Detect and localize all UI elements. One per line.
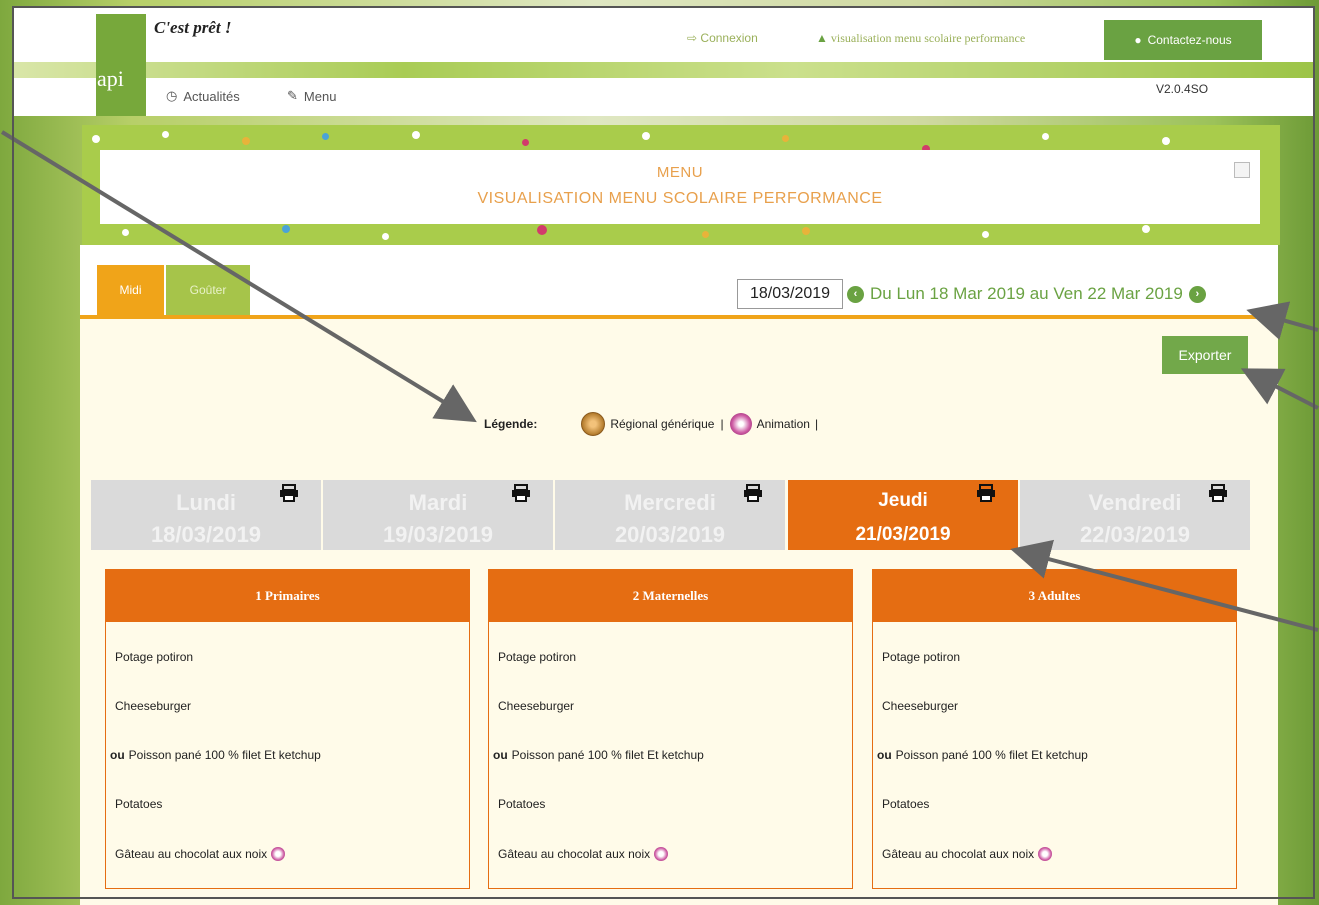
connexion-label: Connexion	[700, 31, 758, 45]
print-icon[interactable]	[279, 484, 299, 502]
print-icon[interactable]	[743, 484, 763, 502]
tab-midi[interactable]: Midi	[97, 265, 164, 315]
day-date: 21/03/2019	[855, 524, 951, 545]
dish-item: Potatoes	[115, 797, 163, 811]
contact-button[interactable]: ● Contactez-nous	[1104, 20, 1262, 60]
nav-menu[interactable]: ✎ Menu	[287, 88, 336, 104]
previous-week-icon[interactable]: ‹	[847, 285, 864, 303]
card-title: 3 Adultes	[873, 570, 1236, 622]
day-tab-vendredi[interactable]: Vendredi 22/03/2019	[1020, 480, 1250, 550]
dish-item: ou Poisson pané 100 % filet Et ketchup	[110, 748, 321, 762]
menu-card-adultes: 3 Adultes Potage potiron Cheeseburger ou…	[872, 569, 1237, 889]
day-tab-mercredi[interactable]: Mercredi 20/03/2019	[555, 480, 785, 550]
week-navigation: ‹ Du Lun 18 Mar 2019 au Ven 22 Mar 2019 …	[847, 284, 1206, 304]
legend-regional-label: Régional générique	[610, 417, 715, 431]
broken-image-icon	[1234, 162, 1250, 178]
connexion-link[interactable]: ⇨ Connexion	[687, 31, 758, 45]
regional-icon	[581, 412, 606, 436]
week-range-label: Du Lun 18 Mar 2019 au Ven 22 Mar 2019	[870, 284, 1183, 303]
dish-item: Potatoes	[882, 797, 930, 811]
performance-link[interactable]: ▲ visualisation menu scolaire performanc…	[816, 31, 1025, 46]
export-button[interactable]: Exporter	[1162, 336, 1248, 374]
version-label: V2.0.4SO	[1156, 82, 1209, 96]
tab-underline	[80, 315, 1278, 319]
contact-label: Contactez-nous	[1147, 33, 1232, 47]
dish-item: Gâteau au chocolat aux noix	[115, 847, 286, 861]
banner-line2: VISUALISATION MENU SCOLAIRE PERFORMANCE	[477, 190, 883, 207]
legend-animation-label: Animation	[756, 417, 810, 431]
menu-card-maternelles: 2 Maternelles Potage potiron Cheeseburge…	[488, 569, 853, 889]
dish-item: Potage potiron	[882, 650, 961, 664]
card-title: 2 Maternelles	[489, 570, 852, 622]
dish-item: Cheeseburger	[498, 699, 575, 713]
login-icon: ⇨	[687, 31, 698, 45]
day-date: 20/03/2019	[614, 522, 726, 547]
nav-actualites[interactable]: ◷ Actualités	[166, 88, 240, 104]
logo-text: api	[97, 66, 124, 91]
road-icon: ▲	[816, 31, 828, 45]
banner-title-box: MENU VISUALISATION MENU SCOLAIRE PERFORM…	[100, 150, 1260, 224]
chat-icon: ●	[1134, 33, 1142, 47]
legend: Légende: Régional générique | Animation …	[484, 412, 818, 436]
date-input[interactable]: 18/03/2019	[737, 279, 843, 309]
nav-menu-label: Menu	[303, 88, 337, 104]
dish-item: Potage potiron	[498, 650, 577, 664]
menu-card-primaires: 1 Primaires Potage potiron Cheeseburger …	[105, 569, 470, 889]
tab-gouter[interactable]: Goûter	[166, 265, 250, 315]
header-stripe	[14, 62, 1314, 78]
dish-item: Cheeseburger	[882, 699, 959, 713]
animation-icon	[1038, 847, 1053, 861]
dish-item: Gâteau au chocolat aux noix	[498, 847, 669, 861]
day-date: 22/03/2019	[1079, 522, 1191, 547]
banner-line1: MENU	[656, 164, 704, 181]
dish-item: ou Poisson pané 100 % filet Et ketchup	[493, 748, 704, 762]
dish-item: Gâteau au chocolat aux noix	[882, 847, 1053, 861]
day-date: 18/03/2019	[150, 522, 262, 547]
card-title: 1 Primaires	[106, 570, 469, 622]
animation-icon	[729, 413, 752, 435]
animation-icon	[271, 847, 286, 861]
print-icon[interactable]	[1208, 484, 1228, 502]
animation-icon	[654, 847, 669, 861]
legend-title: Légende:	[484, 417, 538, 431]
legend-separator: |	[720, 417, 724, 431]
performance-label: visualisation menu scolaire performance	[830, 31, 1026, 45]
print-icon[interactable]	[976, 484, 996, 502]
dish-item: Cheeseburger	[115, 699, 192, 713]
edit-icon: ✎	[287, 88, 298, 103]
nav-actualites-label: Actualités	[183, 88, 240, 104]
next-week-icon[interactable]: ›	[1188, 285, 1206, 303]
day-tab-lundi[interactable]: Lundi 18/03/2019	[91, 480, 321, 550]
day-tab-mardi[interactable]: Mardi 19/03/2019	[323, 480, 553, 550]
day-date: 19/03/2019	[382, 522, 494, 547]
dish-item: Potatoes	[498, 797, 546, 811]
legend-separator: |	[814, 417, 819, 431]
print-icon[interactable]	[511, 484, 531, 502]
brand-tagline: C'est prêt !	[154, 18, 232, 37]
dish-item: Potage potiron	[115, 650, 194, 664]
logo[interactable]: api	[96, 14, 146, 116]
clock-icon: ◷	[166, 88, 178, 103]
dish-item: ou Poisson pané 100 % filet Et ketchup	[877, 748, 1088, 762]
day-tab-jeudi[interactable]: Jeudi 21/03/2019	[788, 480, 1018, 550]
